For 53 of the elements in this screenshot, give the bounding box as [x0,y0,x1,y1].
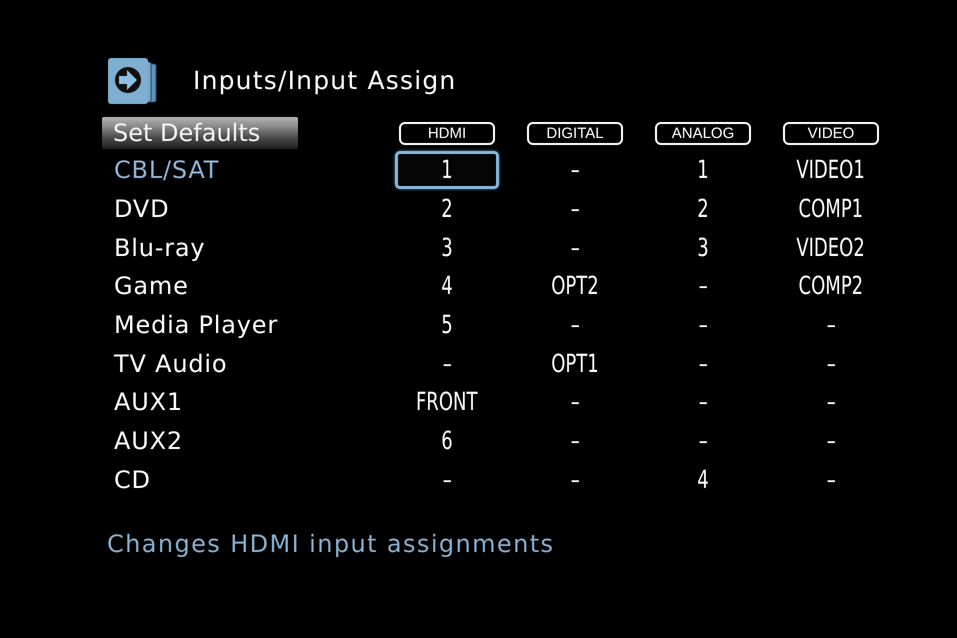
table-cell[interactable]: 5 [395,306,499,344]
table-cell[interactable]: 2 [651,190,755,228]
column-header: DIGITAL [527,122,623,144]
table-cell[interactable]: VIDEO2 [779,228,883,267]
table-cell[interactable]: – [651,422,755,460]
table-cell[interactable]: – [651,344,755,383]
table-cell[interactable]: OPT2 [523,267,627,306]
column-header: ANALOG [655,122,751,144]
table-cell[interactable]: 1 [651,151,755,190]
source-label[interactable]: Game [114,271,189,302]
source-label[interactable]: AUX1 [114,387,183,418]
table-cell[interactable]: – [523,422,627,460]
arrow-circle-icon [108,58,158,104]
table-cell[interactable]: – [523,306,627,344]
table-cell[interactable]: – [523,151,627,190]
table-cell[interactable]: 3 [395,228,499,267]
screen-title: Inputs/Input Assign [193,66,456,96]
table-cell[interactable]: 1 [395,151,499,190]
table-cell[interactable]: 4 [395,267,499,306]
table-cell[interactable]: – [523,460,627,499]
source-label[interactable]: CBL/SAT [114,155,220,186]
table-cell[interactable]: – [651,383,755,422]
table-cell[interactable]: – [523,383,627,422]
column-header: VIDEO [783,122,879,144]
table-cell[interactable]: – [779,460,883,499]
table-cell[interactable]: – [651,306,755,344]
table-cell[interactable]: 2 [395,190,499,228]
table-cell[interactable]: – [523,228,627,267]
table-cell[interactable]: OPT1 [523,344,627,383]
source-label[interactable]: Blu-ray [114,232,206,263]
table-cell[interactable]: – [779,422,883,460]
table-cell[interactable]: 3 [651,228,755,267]
table-cell[interactable]: – [779,344,883,383]
source-label[interactable]: AUX2 [114,426,183,456]
table-cell[interactable]: VIDEO1 [779,151,883,190]
table-cell[interactable]: – [651,267,755,306]
set-defaults-button[interactable]: Set Defaults [102,117,298,149]
source-label[interactable]: DVD [114,194,170,224]
table-cell[interactable]: – [523,190,627,228]
source-label[interactable]: CD [114,464,151,495]
table-cell[interactable]: COMP2 [779,267,883,306]
table-cell[interactable]: 6 [395,422,499,460]
table-cell[interactable]: COMP1 [779,190,883,228]
help-text: Changes HDMI input assignments [107,529,554,560]
source-label[interactable]: TV Audio [114,348,228,379]
table-cell[interactable]: – [779,306,883,344]
column-header: HDMI [399,122,495,144]
table-cell[interactable]: – [779,383,883,422]
table-cell[interactable]: – [395,344,499,383]
table-cell[interactable]: 4 [651,460,755,499]
table-cell[interactable]: FRONT [395,383,499,422]
source-label[interactable]: Media Player [114,310,278,340]
table-cell[interactable]: – [395,460,499,499]
